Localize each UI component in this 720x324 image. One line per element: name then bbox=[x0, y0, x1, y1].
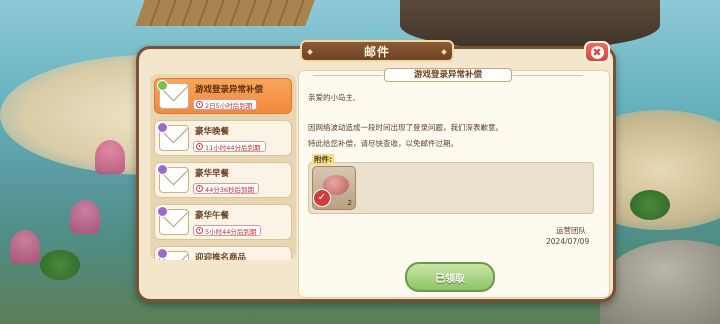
mail-item[interactable]: 迎迎推名商品 bbox=[154, 246, 292, 260]
close-icon: ✖ bbox=[590, 45, 604, 59]
mail-item-title: 游戏登录异常补偿 bbox=[195, 85, 264, 95]
mail-badge-icon bbox=[157, 80, 168, 91]
expiry-timer: 2日5小时后到期 bbox=[193, 99, 258, 110]
check-icon: ✓ bbox=[313, 189, 331, 207]
mail-item[interactable]: 游戏登录异常补偿 2日5小时后到期 bbox=[154, 78, 292, 114]
close-button[interactable]: ✖ bbox=[584, 41, 610, 63]
mail-item-title: 豪华晚餐 bbox=[195, 127, 230, 137]
clock-icon bbox=[196, 227, 203, 234]
attachment-quantity: 2 bbox=[347, 199, 352, 207]
mail-body-line: 特此给您补偿，请尽快查收，以免邮件过期。 bbox=[308, 139, 458, 148]
mail-item-title: 迎迎推名商品 bbox=[195, 253, 247, 260]
mail-item[interactable]: 豪华早餐 44分36秒后到期 bbox=[154, 162, 292, 198]
clock-icon bbox=[196, 101, 203, 108]
mail-list[interactable]: 游戏登录异常补偿 2日5小时后到期 豪华晚餐 11小时44分后到期 豪华早餐 4… bbox=[150, 74, 296, 260]
expiry-timer: 11小时44分后到期 bbox=[193, 141, 266, 152]
coral-plant bbox=[95, 140, 125, 174]
mail-badge-icon bbox=[157, 206, 168, 217]
dialog-title: 邮件 bbox=[300, 40, 454, 62]
mail-item[interactable]: 豪华午餐 5小时44分后到期 bbox=[154, 204, 292, 240]
grass-bush bbox=[40, 250, 80, 280]
expiry-text: 2日5小时后到期 bbox=[205, 101, 253, 110]
mail-item-title: 豪华早餐 bbox=[195, 169, 230, 179]
expiry-text: 11小时44分后到期 bbox=[205, 143, 261, 152]
coral-plant bbox=[70, 200, 100, 234]
mail-date: 2024/07/09 bbox=[546, 237, 590, 246]
expiry-text: 5小时44分后到期 bbox=[205, 227, 257, 236]
mail-badge-icon bbox=[157, 248, 168, 259]
expiry-timer: 5小时44分后到期 bbox=[193, 225, 262, 236]
mail-item[interactable]: 豪华晚餐 11小时44分后到期 bbox=[154, 120, 292, 156]
mail-subject: 游戏登录异常补偿 bbox=[313, 68, 583, 82]
attachment-item[interactable]: ✓ 2 bbox=[312, 166, 356, 210]
coral-plant bbox=[10, 230, 40, 264]
mail-body-line: 因网络波动造成一段时间出现了登录问题，我们深表歉意。 bbox=[308, 123, 503, 132]
attachment-label: 附件: bbox=[312, 154, 334, 165]
mail-badge-icon bbox=[157, 122, 168, 133]
mail-greeting: 亲爱的小岛主, bbox=[308, 93, 356, 102]
expiry-timer: 44分36秒后到期 bbox=[193, 183, 260, 194]
claimed-button[interactable]: 已领取 bbox=[405, 262, 495, 292]
clock-icon bbox=[196, 143, 203, 150]
grass-bush bbox=[630, 190, 670, 220]
mail-signature: 运营团队 bbox=[556, 226, 586, 235]
mail-item-title: 豪华午餐 bbox=[195, 211, 230, 221]
wooden-pier bbox=[135, 0, 315, 26]
expiry-text: 44分36秒后到期 bbox=[205, 185, 255, 194]
mail-badge-icon bbox=[157, 164, 168, 175]
clock-icon bbox=[196, 185, 203, 192]
